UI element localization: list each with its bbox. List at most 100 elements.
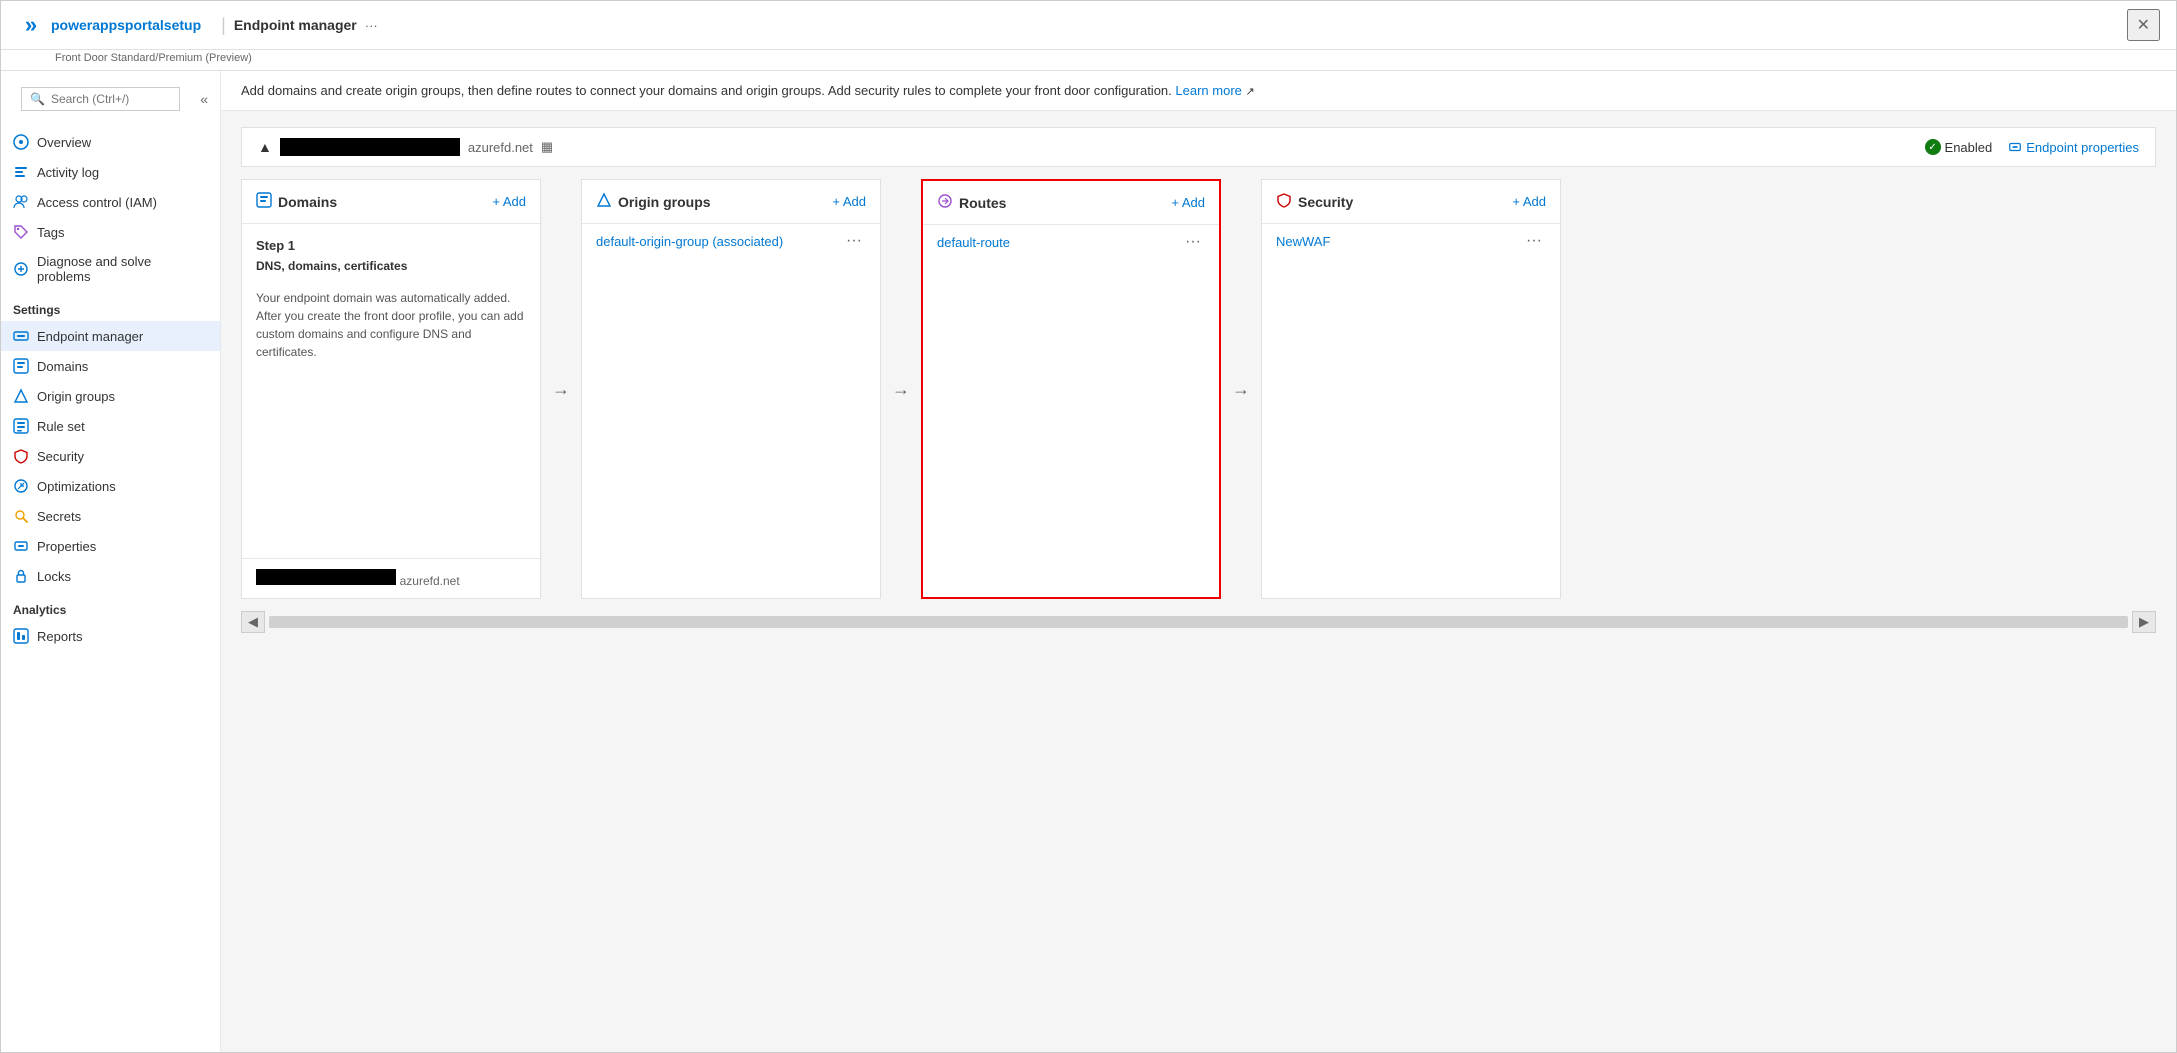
domains-panel-footer: azurefd.net (242, 558, 540, 598)
waf-item-more[interactable]: ··· (1522, 232, 1546, 250)
routes-panel-header: Routes + Add (923, 181, 1219, 225)
sidebar-item-label: Overview (37, 135, 91, 150)
step-desc: Your endpoint domain was automatically a… (256, 289, 526, 361)
endpoint-expand-button[interactable]: ▲ (258, 139, 272, 155)
security-panel-icon (1276, 192, 1292, 211)
arrow-connector-2: → (881, 379, 921, 400)
sidebar-item-locks[interactable]: Locks (1, 561, 220, 591)
overview-icon (13, 134, 29, 150)
diagnose-icon (13, 261, 29, 277)
app-title: Endpoint manager (234, 17, 357, 33)
scroll-left-button[interactable]: ◀ (241, 611, 265, 633)
close-button[interactable]: ✕ (2127, 9, 2160, 41)
sub-header: Front Door Standard/Premium (Preview) (1, 50, 2176, 71)
sidebar-item-activity-log[interactable]: Activity log (1, 157, 220, 187)
origin-groups-add-button[interactable]: + Add (832, 194, 866, 209)
search-box[interactable]: 🔍 (21, 87, 180, 111)
waf-item-name[interactable]: NewWAF (1276, 234, 1522, 249)
domains-icon (13, 358, 29, 374)
endpoint-name-redacted (280, 138, 460, 156)
sidebar-item-reports[interactable]: Reports (1, 621, 220, 651)
routes-panel-title: Routes (937, 193, 1171, 212)
analytics-section-label: Analytics (1, 591, 220, 621)
endpoint-properties-button[interactable]: Endpoint properties (2008, 140, 2139, 155)
rule-set-icon (13, 418, 29, 434)
endpoint-header-left: ▲ azurefd.net ▦ (258, 138, 1925, 156)
domains-panel-title: Domains (256, 192, 492, 211)
security-panel: Security + Add NewWAF ··· (1261, 179, 1561, 599)
info-text: Add domains and create origin groups, th… (241, 83, 1172, 98)
scroll-right-button[interactable]: ▶ (2132, 611, 2156, 633)
sidebar-item-security[interactable]: Security (1, 441, 220, 471)
domains-panel-body: Step 1 DNS, domains, certificates Your e… (242, 224, 540, 558)
sidebar-item-optimizations[interactable]: Optimizations (1, 471, 220, 501)
sidebar-item-label: Properties (37, 539, 96, 554)
enabled-label: Enabled (1945, 140, 1993, 155)
app-name: powerappsportalsetup (51, 17, 201, 33)
security-panel-title: Security (1276, 192, 1512, 211)
optimizations-icon (13, 478, 29, 494)
domains-add-button[interactable]: + Add (492, 194, 526, 209)
security-panel-header: Security + Add (1262, 180, 1560, 224)
route-item-name[interactable]: default-route (937, 235, 1181, 250)
locks-icon (13, 568, 29, 584)
step-sub-label: DNS, domains, certificates (256, 259, 526, 273)
sidebar-item-label: Tags (37, 225, 64, 240)
sidebar-item-overview[interactable]: Overview (1, 127, 220, 157)
endpoint-manager-content: ▲ azurefd.net ▦ ✓ Enabled Endpoint prope… (221, 111, 2176, 1052)
sidebar-item-label: Secrets (37, 509, 81, 524)
footer-domain: azurefd.net (400, 574, 460, 588)
sidebar-item-origin-groups[interactable]: Origin groups (1, 381, 220, 411)
panels-row: Domains + Add Step 1 DNS, domains, certi… (241, 179, 2156, 599)
main-content: Add domains and create origin groups, th… (221, 71, 2176, 1052)
enabled-dot: ✓ (1925, 139, 1941, 155)
origin-group-item-name[interactable]: default-origin-group (associated) (596, 234, 842, 249)
domains-panel-header: Domains + Add (242, 180, 540, 224)
domains-panel: Domains + Add Step 1 DNS, domains, certi… (241, 179, 541, 599)
search-input[interactable] (51, 92, 171, 106)
scrollbar-area: ◀ ▶ (241, 607, 2156, 637)
scroll-track[interactable] (269, 616, 2128, 628)
sidebar-item-endpoint-manager[interactable]: Endpoint manager (1, 321, 220, 351)
logo-icon: » (17, 11, 45, 39)
sidebar-item-rule-set[interactable]: Rule set (1, 411, 220, 441)
footer-name-redacted (256, 569, 396, 585)
step-label: Step 1 (256, 238, 526, 253)
secrets-icon (13, 508, 29, 524)
origin-groups-panel-header: Origin groups + Add (582, 180, 880, 224)
collapse-button[interactable]: « (196, 91, 212, 107)
arrow-connector-1: → (541, 379, 581, 400)
access-control-icon (13, 194, 29, 210)
tags-icon (13, 224, 29, 240)
app-container: » powerappsportalsetup | Endpoint manage… (0, 0, 2177, 1053)
properties-icon (13, 538, 29, 554)
domains-panel-icon (256, 192, 272, 211)
security-add-button[interactable]: + Add (1512, 194, 1546, 209)
more-options-button[interactable]: ··· (365, 18, 378, 33)
sidebar-item-label: Reports (37, 629, 83, 644)
sidebar-item-access-control[interactable]: Access control (IAM) (1, 187, 220, 217)
copy-icon[interactable]: ▦ (541, 139, 553, 155)
search-icon: 🔍 (30, 92, 45, 106)
learn-more-link[interactable]: Learn more (1175, 83, 1241, 98)
activity-log-icon (13, 164, 29, 180)
sidebar-item-domains[interactable]: Domains (1, 351, 220, 381)
routes-add-button[interactable]: + Add (1171, 195, 1205, 210)
route-item-more[interactable]: ··· (1181, 233, 1205, 251)
sidebar-item-diagnose[interactable]: Diagnose and solve problems (1, 247, 220, 291)
settings-section-label: Settings (1, 291, 220, 321)
origin-groups-icon (13, 388, 29, 404)
sidebar-item-secrets[interactable]: Secrets (1, 501, 220, 531)
external-link-icon: ↗ (1246, 86, 1255, 98)
sidebar-item-label: Optimizations (37, 479, 116, 494)
origin-groups-panel: Origin groups + Add default-origin-group… (581, 179, 881, 599)
sidebar-item-properties[interactable]: Properties (1, 531, 220, 561)
sidebar-item-label: Endpoint manager (37, 329, 143, 344)
app-header: » powerappsportalsetup | Endpoint manage… (1, 1, 2176, 50)
sidebar-item-label: Diagnose and solve problems (37, 254, 208, 284)
origin-group-item-more[interactable]: ··· (842, 232, 866, 250)
endpoint-header: ▲ azurefd.net ▦ ✓ Enabled Endpoint prope… (241, 127, 2156, 167)
sidebar-item-tags[interactable]: Tags (1, 217, 220, 247)
endpoint-header-right: ✓ Enabled Endpoint properties (1925, 139, 2139, 155)
endpoint-domain: azurefd.net (468, 140, 533, 155)
